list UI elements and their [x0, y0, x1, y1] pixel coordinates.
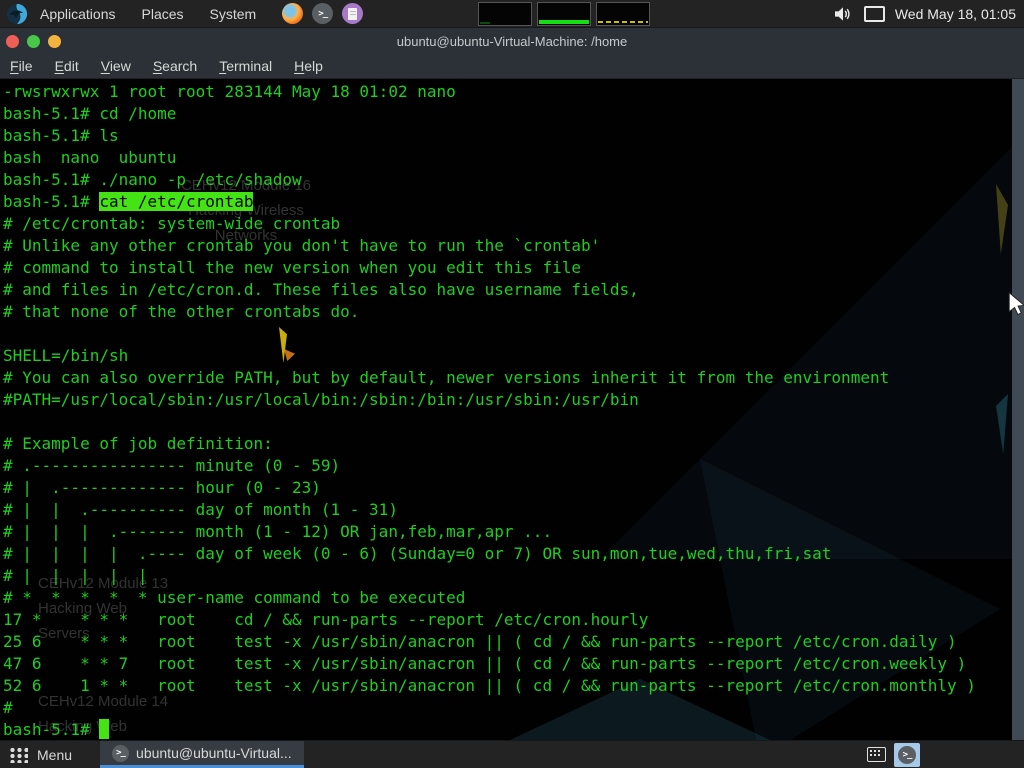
desktop: { "top_panel": { "menus": ["Applications… — [0, 0, 1024, 768]
terminal-line: # You can also override PATH, but by def… — [3, 367, 1010, 389]
terminal-menubar: File Edit View Search Terminal Help — [0, 54, 1024, 79]
terminal-screen[interactable]: CEHv12 Module 16Hacking WirelessNetworks… — [0, 79, 1024, 740]
terminal-glyph: >_ — [116, 748, 125, 758]
terminal-line: # | | | | | — [3, 565, 1010, 587]
menu-places[interactable]: Places — [142, 6, 184, 22]
terminal-line: # | | | .------- month (1 - 12) OR jan,f… — [3, 521, 1010, 543]
maximize-button[interactable] — [27, 35, 40, 48]
terminal-cursor — [99, 719, 109, 739]
highlighted-command: cat /etc/crontab — [99, 192, 253, 211]
menu-terminal[interactable]: Terminal — [219, 58, 272, 74]
terminal-line: # | | .---------- day of month (1 - 31) — [3, 499, 1010, 521]
top-panel: Applications Places System >_ Wed May 18… — [0, 0, 1024, 28]
keyboard-indicator-icon[interactable] — [867, 747, 886, 762]
document-icon — [348, 8, 357, 20]
system-monitor-memory[interactable] — [537, 2, 591, 26]
terminal-line: # that none of the other crontabs do. — [3, 301, 1010, 323]
terminal-tray-icon: >_ — [898, 746, 916, 764]
terminal-line: bash-5.1# ls — [3, 125, 1010, 147]
terminal-line: # | | | | .---- day of week (0 - 6) (Sun… — [3, 543, 1010, 565]
terminal-line: bash-5.1# — [3, 719, 1010, 740]
terminal-launcher-icon[interactable]: >_ — [312, 3, 333, 24]
panel-monitors — [478, 2, 655, 26]
terminal-line: # .---------------- minute (0 - 59) — [3, 455, 1010, 477]
taskbar-menu-label: Menu — [37, 747, 72, 763]
taskbar-menu-button[interactable]: Menu — [0, 741, 82, 768]
terminal-line: bash-5.1# ./nano -p /etc/shadow — [3, 169, 1010, 191]
terminal-line: bash nano ubuntu — [3, 147, 1010, 169]
terminal-line: 47 6 * * 7 root test -x /usr/sbin/anacro… — [3, 653, 1010, 675]
terminal-line: # command to install the new version whe… — [3, 257, 1010, 279]
terminal-line: 17 * * * * root cd / && run-parts --repo… — [3, 609, 1010, 631]
firefox-launcher-icon[interactable] — [282, 3, 303, 24]
menu-search[interactable]: Search — [153, 58, 197, 74]
taskbar-task-label: ubuntu@ubuntu-Virtual... — [136, 745, 292, 761]
panel-clock[interactable]: Wed May 18, 01:05 — [895, 6, 1016, 22]
terminal-glyph: >_ — [318, 9, 327, 19]
window-title: ubuntu@ubuntu-Virtual-Machine: /home — [0, 34, 1024, 49]
taskbar-task-terminal[interactable]: >_ ubuntu@ubuntu-Virtual... — [100, 741, 304, 768]
display-settings-icon[interactable] — [864, 6, 885, 22]
terminal-line — [3, 323, 1010, 345]
minimize-button[interactable] — [48, 35, 61, 48]
terminal-line: 25 6 * * * root test -x /usr/sbin/anacro… — [3, 631, 1010, 653]
system-monitor-cpu[interactable] — [478, 2, 532, 26]
menu-help[interactable]: Help — [294, 58, 323, 74]
terminal-line: # * * * * * user-name command to be exec… — [3, 587, 1010, 609]
menu-applications[interactable]: Applications — [40, 6, 116, 22]
menu-edit[interactable]: Edit — [55, 58, 79, 74]
terminal-line: # — [3, 697, 1010, 719]
terminal-task-icon: >_ — [112, 745, 129, 762]
terminal-line: bash-5.1# cat /etc/crontab — [3, 191, 1010, 213]
system-monitor-network[interactable] — [596, 2, 650, 26]
terminal-line: # Unlike any other crontab you don't hav… — [3, 235, 1010, 257]
menu-grid-icon — [8, 746, 28, 763]
terminal-scrollbar[interactable] — [1012, 79, 1024, 740]
menu-view[interactable]: View — [101, 58, 131, 74]
tray-terminal-button[interactable]: >_ — [894, 743, 920, 767]
terminal-glyph: >_ — [903, 750, 912, 760]
system-tray: >_ — [867, 743, 920, 767]
menu-file[interactable]: File — [10, 58, 33, 74]
terminal-line: SHELL=/bin/sh — [3, 345, 1010, 367]
window-controls — [0, 35, 69, 48]
terminal-output: -rwsrwxrwx 1 root root 283144 May 18 01:… — [3, 81, 1010, 740]
distro-logo-bird-icon[interactable] — [6, 3, 28, 25]
terminal-line: -rwsrwxrwx 1 root root 283144 May 18 01:… — [3, 81, 1010, 103]
terminal-line — [3, 411, 1010, 433]
taskbar: Menu >_ ubuntu@ubuntu-Virtual... >_ — [0, 740, 1024, 768]
panel-status-area: Wed May 18, 01:05 — [834, 6, 1024, 22]
terminal-line: # Example of job definition: — [3, 433, 1010, 455]
menu-system[interactable]: System — [210, 6, 257, 22]
terminal-window: ubuntu@ubuntu-Virtual-Machine: /home Fil… — [0, 28, 1024, 740]
close-button[interactable] — [6, 35, 19, 48]
terminal-line: bash-5.1# cd /home — [3, 103, 1010, 125]
text-editor-launcher-icon[interactable] — [342, 3, 363, 24]
terminal-line: # and files in /etc/cron.d. These files … — [3, 279, 1010, 301]
terminal-line: 52 6 1 * * root test -x /usr/sbin/anacro… — [3, 675, 1010, 697]
terminal-line: # | .------------- hour (0 - 23) — [3, 477, 1010, 499]
terminal-line: # /etc/crontab: system-wide crontab — [3, 213, 1010, 235]
window-titlebar[interactable]: ubuntu@ubuntu-Virtual-Machine: /home — [0, 28, 1024, 54]
terminal-line: #PATH=/usr/local/sbin:/usr/local/bin:/sb… — [3, 389, 1010, 411]
volume-icon[interactable] — [834, 6, 852, 22]
